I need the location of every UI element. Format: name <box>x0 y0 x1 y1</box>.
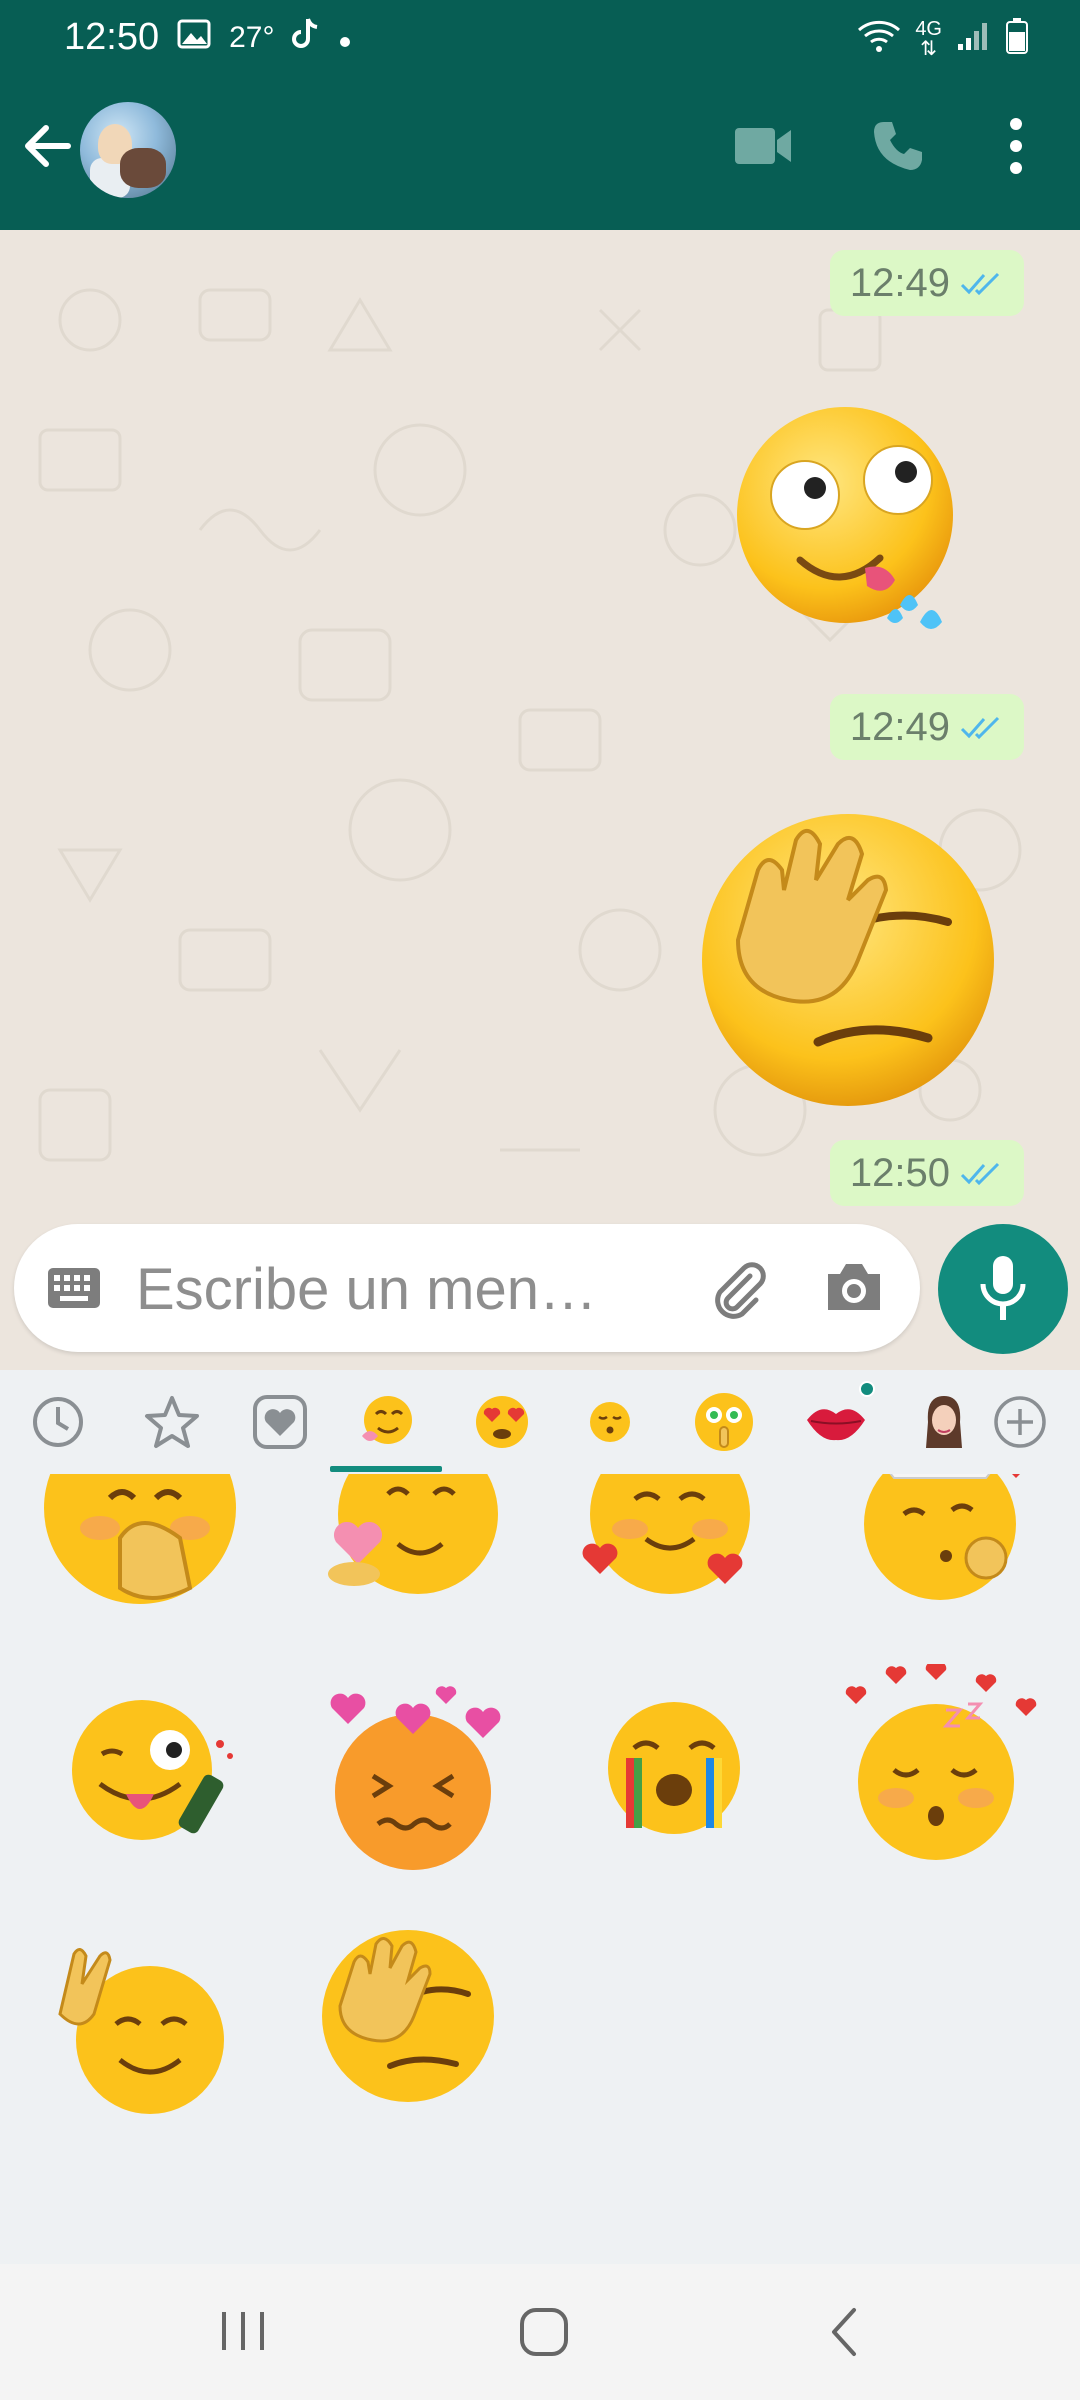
temperature: 27° <box>229 20 275 54</box>
mic-button[interactable] <box>938 1224 1068 1354</box>
time-label: 12:50 <box>849 1150 950 1195</box>
message-timestamp[interactable]: 12:49 <box>829 694 1024 760</box>
recent-icon[interactable] <box>8 1370 108 1474</box>
attach-icon[interactable] <box>706 1258 770 1327</box>
message-timestamp[interactable]: 12:49 <box>829 250 1024 316</box>
read-ticks-icon <box>960 705 1004 750</box>
sticker-pack-hug[interactable] <box>336 1370 436 1474</box>
sticker-rainbow-cry[interactable] <box>604 1698 744 1843</box>
sticker-zany-bottle[interactable] <box>70 1694 250 1869</box>
video-call-icon[interactable] <box>733 124 793 173</box>
system-nav-bar <box>0 2264 1080 2400</box>
back-arrow-icon[interactable] <box>18 116 78 176</box>
star-icon[interactable] <box>122 1370 222 1474</box>
active-tab-indicator <box>330 1466 442 1472</box>
sticker-tabs <box>0 1370 1080 1475</box>
network-type: 4G ⇅ <box>915 17 942 60</box>
sticker-hand-over-mouth[interactable] <box>40 1474 240 1623</box>
new-badge-dot <box>859 1381 875 1397</box>
sticker-facepalm[interactable] <box>698 810 998 1115</box>
recent-apps-button[interactable] <box>218 2304 268 2363</box>
add-sticker-pack-icon[interactable] <box>970 1370 1070 1474</box>
message-composer[interactable]: Escribe un men… <box>14 1224 920 1352</box>
read-ticks-icon <box>960 1151 1004 1196</box>
dot-icon <box>338 16 352 59</box>
sticker-fingers-crossed[interactable] <box>50 1944 230 2119</box>
mic-icon <box>980 1256 1026 1320</box>
message-input[interactable]: Escribe un men… <box>136 1256 597 1323</box>
signal-icon <box>956 20 992 57</box>
time-label: 12:49 <box>849 260 950 305</box>
gallery-notification-icon <box>177 16 211 59</box>
contact-avatar[interactable] <box>80 102 176 198</box>
status-bar: 12:50 27° 4G ⇅ <box>0 0 1080 72</box>
sticker-pack-kiss[interactable] <box>560 1370 660 1474</box>
keyboard-icon[interactable] <box>46 1266 102 1315</box>
sticker-facepalm-grid[interactable] <box>318 1926 498 2111</box>
sticker-pack-lips[interactable] <box>786 1370 886 1474</box>
time-label: 12:49 <box>849 704 950 749</box>
back-button[interactable] <box>824 2304 864 2365</box>
home-button[interactable] <box>516 2304 572 2365</box>
chat-area[interactable]: 12:49 12:49 12:50 <box>0 230 1080 1226</box>
sticker-pack-shh[interactable] <box>674 1370 774 1474</box>
sticker-hearts-face[interactable] <box>580 1474 760 1619</box>
phone-icon[interactable] <box>870 118 926 179</box>
sticker-grid <box>0 1474 1080 2264</box>
message-timestamp[interactable]: 12:50 <box>829 1140 1024 1206</box>
sticker-smiling-heart[interactable] <box>318 1474 498 1619</box>
sticker-overwhelmed-hearts[interactable] <box>318 1684 508 1879</box>
sticker-pack-love[interactable] <box>452 1370 552 1474</box>
heart-icon[interactable] <box>230 1370 330 1474</box>
sticker-drooling-googly-eyes[interactable] <box>730 400 960 645</box>
battery-icon <box>1006 18 1028 59</box>
more-vert-icon[interactable] <box>1006 116 1026 181</box>
read-ticks-icon <box>960 261 1004 306</box>
camera-icon[interactable] <box>824 1260 884 1319</box>
network-label: 4G <box>915 17 942 40</box>
status-time: 12:50 <box>64 16 160 58</box>
tiktok-icon <box>292 16 320 59</box>
sticker-chef-kiss[interactable] <box>856 1474 1036 1623</box>
wifi-icon <box>857 18 901 59</box>
sticker-sleepy-hearts[interactable] <box>836 1662 1046 1869</box>
chat-header <box>0 72 1080 230</box>
